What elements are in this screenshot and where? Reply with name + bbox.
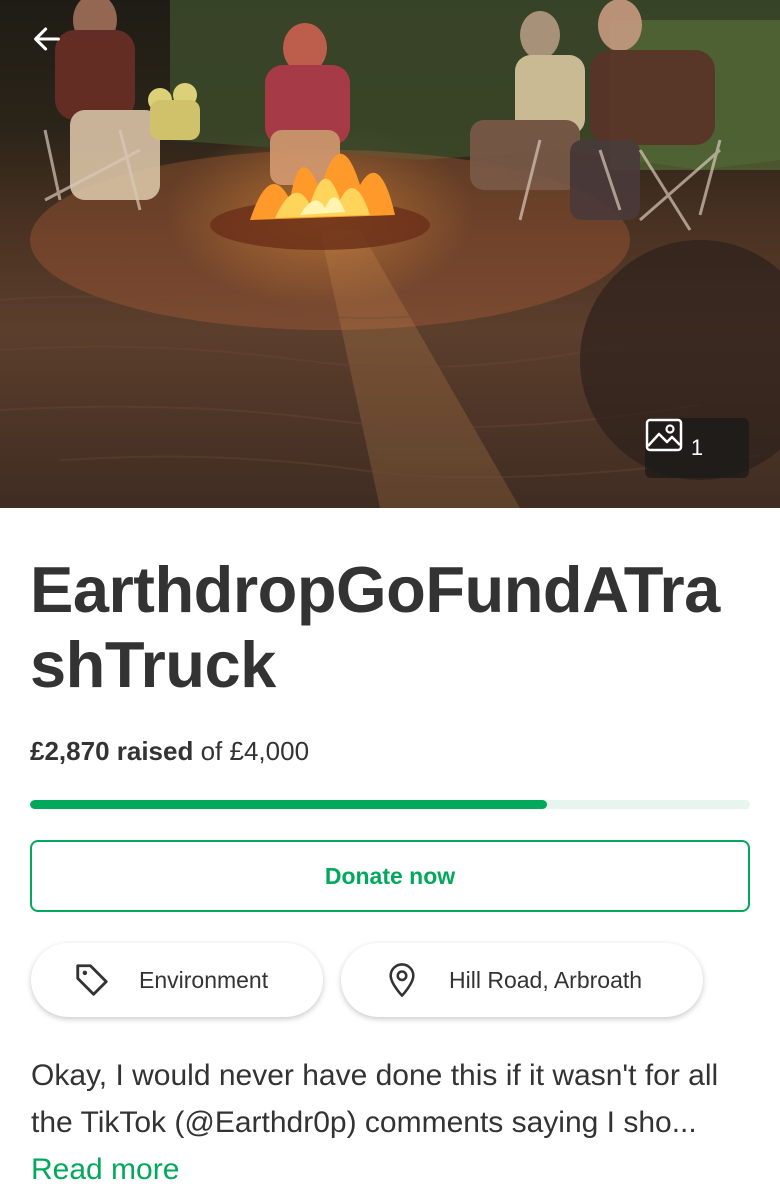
fundraiser-page: 1 EarthdropGoFundATrashTruck £2,870 rais… [0,0,780,1200]
raised-amount: £2,870 raised [30,736,194,766]
campaign-photo[interactable]: 1 [0,0,780,508]
location-label: Hill Road, Arbroath [449,966,643,993]
location-chip[interactable]: Hill Road, Arbroath [341,943,703,1017]
location-pin-icon [389,963,415,997]
image-icon [645,418,683,452]
back-button[interactable] [30,22,76,68]
campaign-title: EarthdropGoFundATrashTruck [30,553,720,701]
story-text: Okay, I would never have done this if it… [31,1059,719,1139]
progress-fill [30,800,547,809]
photo-count-badge[interactable]: 1 [645,418,749,478]
arrow-left-icon [34,27,60,51]
read-more-link[interactable]: Read more [31,1153,179,1186]
raised-summary: £2,870 raised of £4,000 [30,736,309,767]
category-chip[interactable]: Environment [31,943,323,1017]
goal-amount: of £4,000 [200,736,310,766]
tag-icon [76,964,108,996]
progress-bar [30,800,750,809]
story-excerpt: Okay, I would never have done this if it… [31,1052,751,1193]
category-label: Environment [139,966,269,993]
photo-count-value: 1 [690,435,704,460]
donate-button[interactable]: Donate now [30,840,750,912]
